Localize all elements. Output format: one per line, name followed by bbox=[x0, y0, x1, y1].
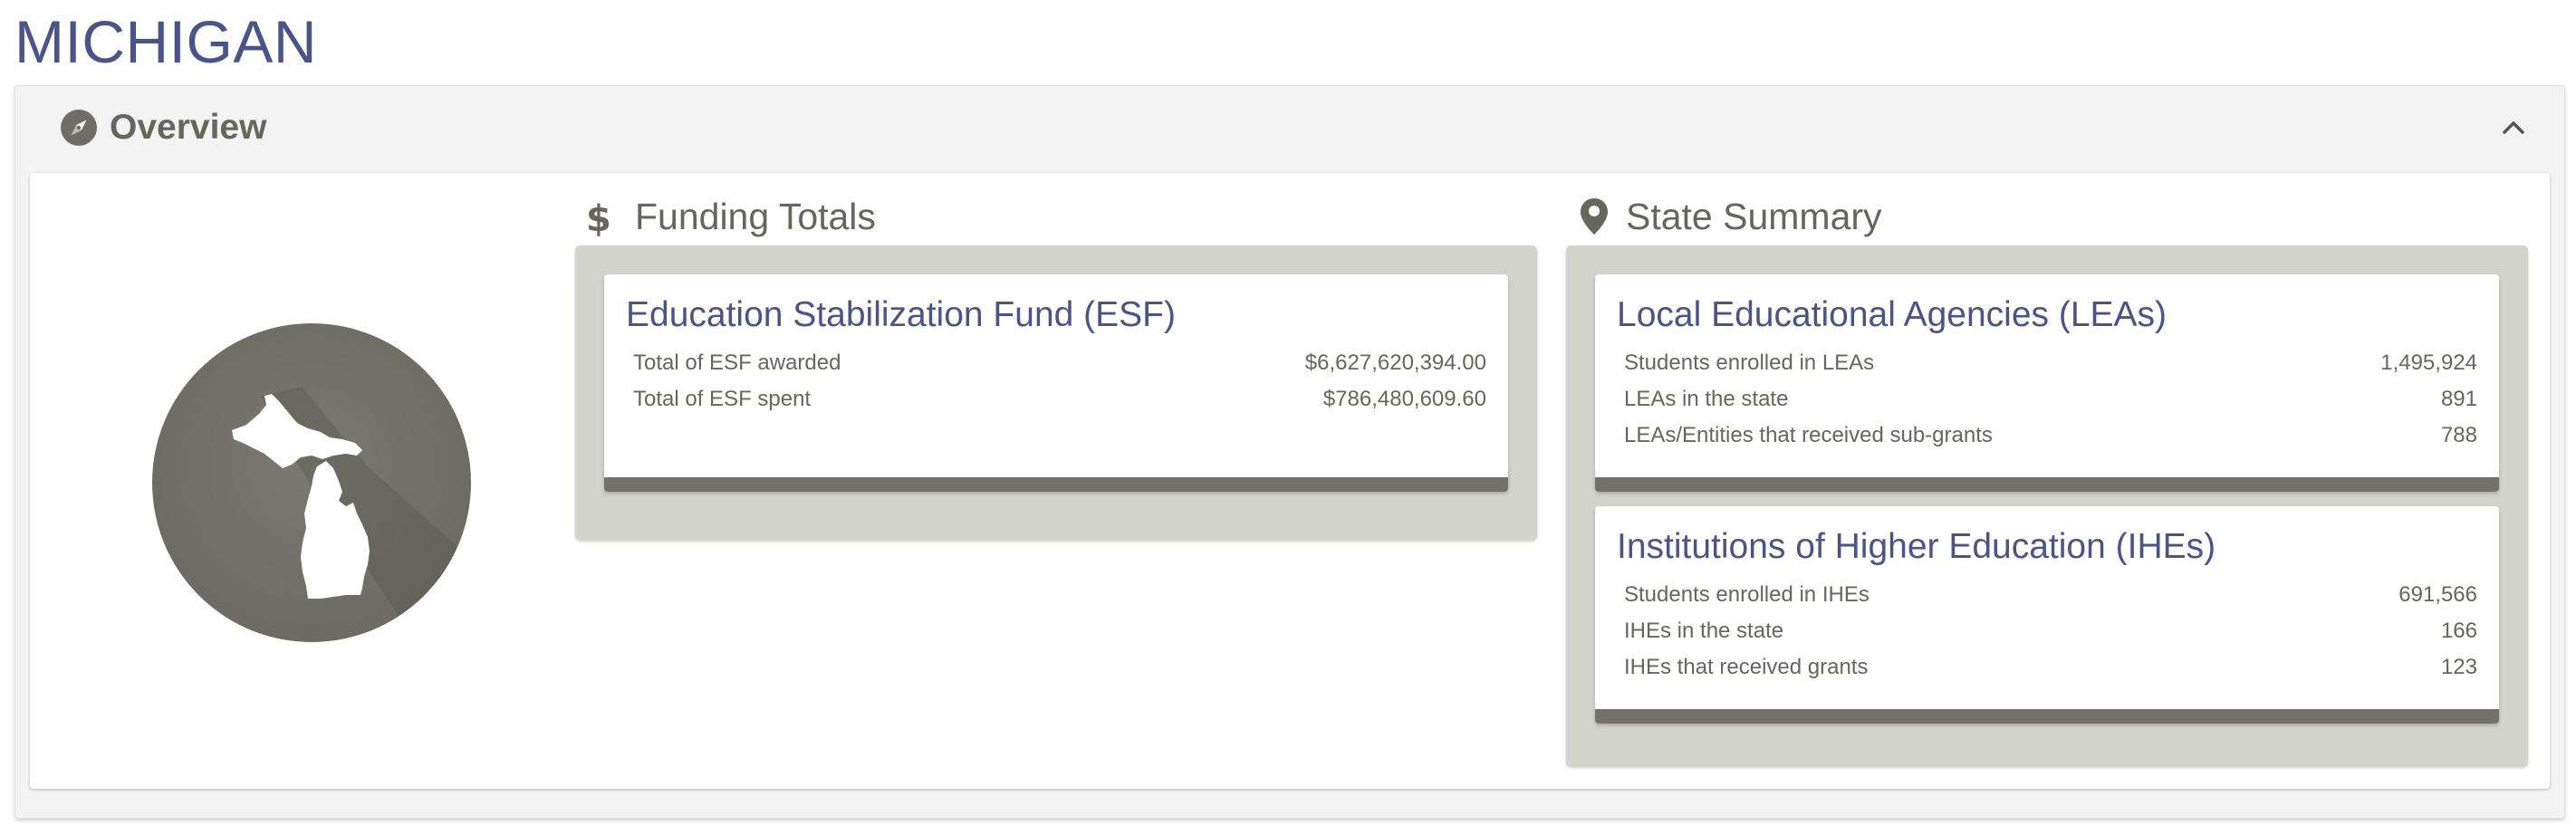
card-footer-bar bbox=[604, 477, 1508, 492]
ihes-grants-label: IHEs that received grants bbox=[1624, 655, 1869, 679]
compass-icon bbox=[61, 110, 97, 146]
dollar-icon: $ bbox=[584, 197, 611, 241]
esf-spent-label: Total of ESF spent bbox=[633, 387, 812, 411]
svg-text:$: $ bbox=[586, 198, 611, 236]
leas-count-value: 891 bbox=[2440, 387, 2477, 411]
leas-subgrants-value: 788 bbox=[2440, 423, 2477, 447]
ihes-grants-value: 123 bbox=[2440, 655, 2477, 679]
ihes-row: IHEs that received grants 123 bbox=[1624, 649, 2477, 686]
ihes-card: Institutions of Higher Education (IHEs) … bbox=[1595, 506, 2499, 724]
funding-card-container: Education Stabilization Fund (ESF) Total… bbox=[575, 245, 1537, 541]
card-footer-bar bbox=[1595, 477, 2499, 492]
summary-card-container: Local Educational Agencies (LEAs) Studen… bbox=[1566, 245, 2528, 767]
leas-students-label: Students enrolled in LEAs bbox=[1624, 350, 1875, 375]
leas-card: Local Educational Agencies (LEAs) Studen… bbox=[1595, 274, 2499, 492]
ihes-count-value: 166 bbox=[2440, 619, 2477, 643]
state-summary-title: State Summary bbox=[1626, 196, 1882, 237]
overview-panel-body: $ Funding Totals Education Stabilization… bbox=[30, 173, 2550, 789]
esf-card-title: Education Stabilization Fund (ESF) bbox=[626, 295, 1176, 334]
leas-students-value: 1,495,924 bbox=[2380, 350, 2477, 375]
ihes-students-value: 691,566 bbox=[2398, 582, 2477, 607]
funding-totals-title: Funding Totals bbox=[635, 196, 876, 237]
leas-row: LEAs in the state 891 bbox=[1624, 381, 2477, 418]
leas-count-label: LEAs in the state bbox=[1624, 387, 1789, 411]
ihes-count-label: IHEs in the state bbox=[1624, 619, 1784, 643]
leas-row: Students enrolled in LEAs 1,495,924 bbox=[1624, 345, 2477, 381]
leas-row: LEAs/Entities that received sub-grants 7… bbox=[1624, 418, 2477, 454]
esf-awarded-value: $6,627,620,394.00 bbox=[1304, 350, 1486, 375]
page-title: MICHIGAN bbox=[14, 8, 317, 75]
ihes-students-label: Students enrolled in IHEs bbox=[1624, 582, 1870, 607]
leas-card-title: Local Educational Agencies (LEAs) bbox=[1617, 295, 2167, 334]
ihes-row: IHEs in the state 166 bbox=[1624, 613, 2477, 649]
ihes-row: Students enrolled in IHEs 691,566 bbox=[1624, 577, 2477, 613]
overview-label: Overview bbox=[110, 108, 267, 147]
esf-spent-value: $786,480,609.60 bbox=[1322, 387, 1486, 411]
esf-row: Total of ESF spent $786,480,609.60 bbox=[633, 381, 1486, 418]
card-footer-bar bbox=[1595, 709, 2499, 724]
map-marker-icon bbox=[1579, 197, 1610, 241]
leas-subgrants-label: LEAs/Entities that received sub-grants bbox=[1624, 423, 1993, 447]
michigan-state-icon bbox=[152, 323, 471, 642]
esf-card: Education Stabilization Fund (ESF) Total… bbox=[604, 274, 1508, 492]
esf-row: Total of ESF awarded $6,627,620,394.00 bbox=[633, 345, 1486, 381]
ihes-card-title: Institutions of Higher Education (IHEs) bbox=[1617, 527, 2216, 566]
chevron-up-icon[interactable] bbox=[2495, 110, 2532, 146]
overview-panel-header[interactable]: Overview bbox=[15, 86, 2564, 173]
esf-awarded-label: Total of ESF awarded bbox=[633, 350, 841, 375]
overview-panel: Overview $ Funding Totals Education Stab… bbox=[14, 85, 2565, 819]
